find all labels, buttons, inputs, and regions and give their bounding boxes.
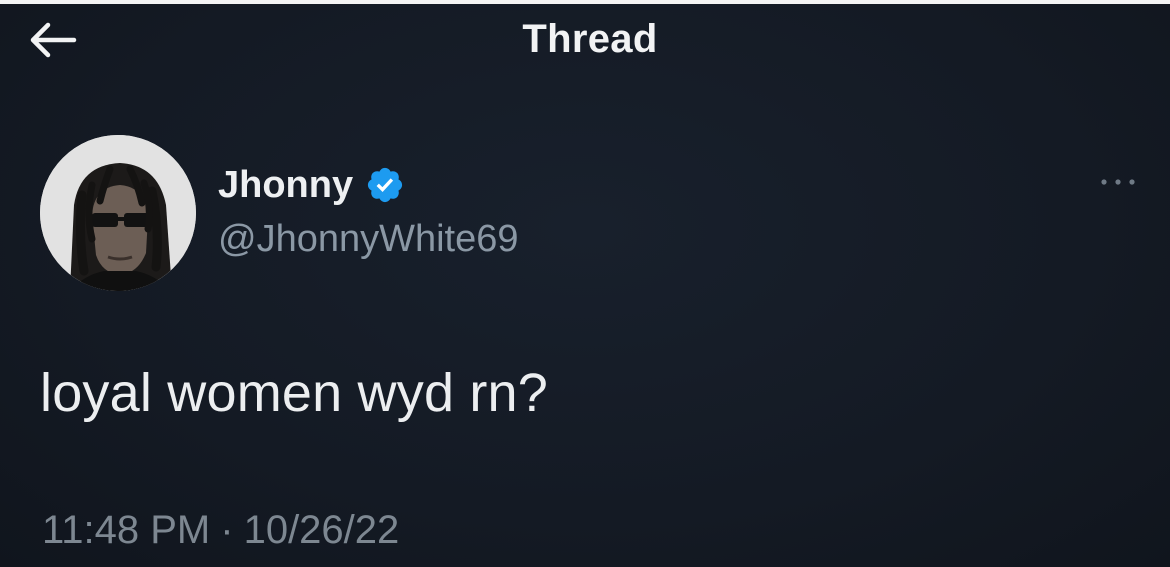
- more-options-icon: [1101, 179, 1135, 185]
- tweet-date: 10/26/22: [243, 508, 400, 552]
- avatar[interactable]: [40, 135, 196, 291]
- header-bar: Thread: [0, 4, 1170, 74]
- author-handle[interactable]: @JhonnyWhite69: [218, 218, 519, 261]
- tweet-time: 11:48 PM: [42, 508, 211, 552]
- verified-badge-icon: [368, 167, 403, 203]
- timestamp-separator: ·: [220, 508, 234, 552]
- avatar-image: [40, 135, 196, 291]
- tweet-text: loyal women wyd rn?: [40, 363, 549, 423]
- page-title: Thread: [522, 17, 658, 61]
- thread-screen: Thread Jhonny @JhonnyWhite69 loyal women…: [0, 0, 1170, 567]
- author-name-row[interactable]: Jhonny: [218, 160, 405, 210]
- display-name[interactable]: Jhonny: [218, 164, 353, 207]
- more-options-button[interactable]: [1088, 162, 1148, 202]
- tweet-timestamp[interactable]: 11:48 PM · 10/26/22: [42, 508, 399, 553]
